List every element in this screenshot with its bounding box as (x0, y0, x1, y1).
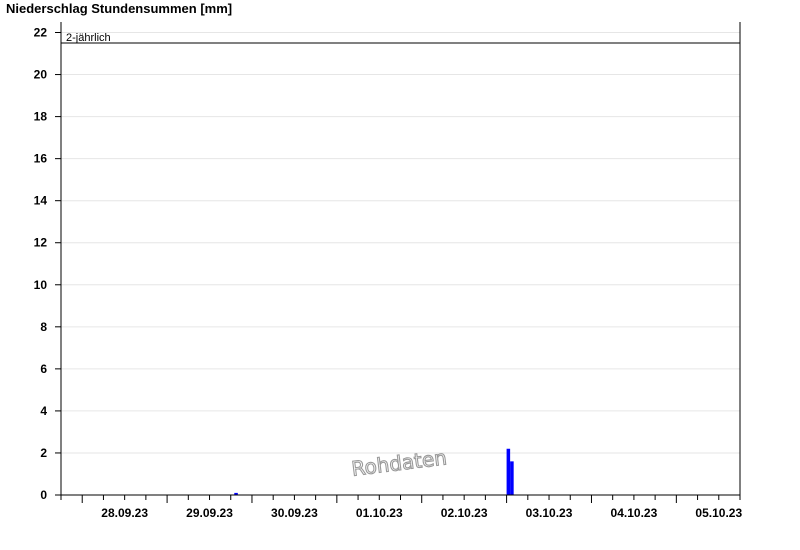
y-axis-ticks: 0 2 4 6 8 10 12 14 16 18 20 22 (34, 26, 61, 502)
precipitation-chart: Niederschlag Stundensummen [mm] 2-jährli… (6, 1, 742, 520)
x-tick-label: 29.09.23 (186, 506, 233, 520)
x-tick-label: 01.10.23 (356, 506, 403, 520)
y-tick-label: 6 (40, 362, 47, 376)
y-tick-label: 16 (34, 152, 48, 166)
watermark-rohdaten: Rohdaten (350, 445, 448, 480)
y-tick-label: 22 (34, 26, 48, 40)
y-tick-label: 10 (34, 278, 48, 292)
grid (61, 32, 740, 454)
x-tick-label: 04.10.23 (611, 506, 658, 520)
x-tick-label: 02.10.23 (441, 506, 488, 520)
precipitation-bar (506, 448, 511, 495)
y-tick-label: 0 (40, 488, 47, 502)
y-tick-label: 2 (40, 446, 47, 460)
reference-line-label: 2-jährlich (66, 32, 111, 44)
y-tick-label: 8 (40, 320, 47, 334)
x-axis-ticks: 28.09.23 29.09.23 30.09.23 01.10.23 02.10.23… (60, 495, 742, 520)
x-tick-label: 30.09.23 (271, 506, 318, 520)
y-tick-label: 18 (34, 110, 48, 124)
chart-title: Niederschlag Stundensummen [mm] (6, 1, 232, 16)
reference-line-group: 2-jährlich (61, 32, 740, 44)
y-tick-label: 12 (34, 236, 48, 250)
y-tick-label: 14 (34, 194, 48, 208)
y-tick-label: 4 (40, 404, 47, 418)
x-tick-label: 03.10.23 (526, 506, 573, 520)
x-tick-label: 05.10.23 (695, 506, 742, 520)
precipitation-bar (510, 461, 514, 495)
y-tick-label: 20 (34, 68, 48, 82)
axes (60, 22, 741, 496)
x-tick-label: 28.09.23 (101, 506, 148, 520)
